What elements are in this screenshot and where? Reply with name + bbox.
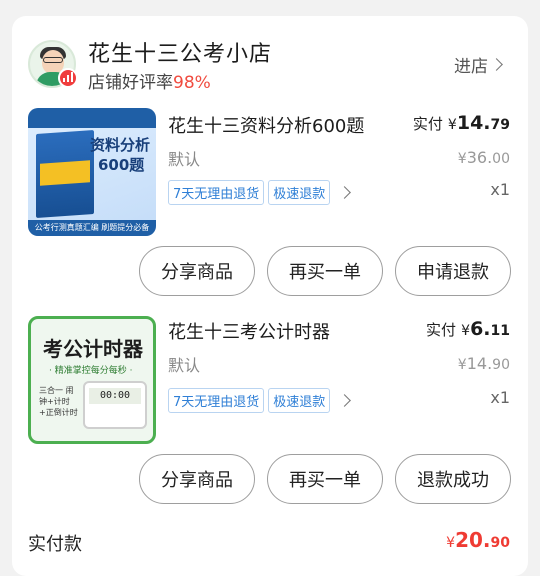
chevron-right-icon bbox=[338, 394, 352, 407]
timer-screen: 00:00 bbox=[89, 388, 141, 404]
timer-title: 考公计时器 bbox=[43, 337, 143, 361]
total-paid-label: 实付款 bbox=[28, 534, 82, 555]
paid-amount: ¥6.11 bbox=[461, 318, 510, 340]
enter-shop-label: 进店 bbox=[454, 57, 488, 77]
buy-again-button[interactable]: 再买一单 bbox=[267, 454, 383, 504]
refund-success-button[interactable]: 退款成功 bbox=[395, 454, 511, 504]
total-paid-amount: ¥20.90 bbox=[446, 528, 510, 552]
avatar-glasses bbox=[43, 57, 63, 63]
original-price: ¥36.00 bbox=[457, 148, 510, 167]
book-header-strip bbox=[28, 108, 156, 128]
product-title[interactable]: 花生十三考公计时器 bbox=[168, 318, 330, 344]
enter-shop-button[interactable]: 进店 bbox=[454, 52, 503, 77]
product-paid-price: 实付 ¥6.11 bbox=[426, 318, 510, 340]
book-cover-art bbox=[36, 129, 94, 219]
order-card: 花生十三公考小店 店铺好评率98% 进店 资料分析 600题 公考行测真题汇编 … bbox=[12, 16, 528, 576]
paid-amount: ¥14.79 bbox=[447, 112, 510, 134]
service-tags[interactable]: 7天无理由退货 极速退款 bbox=[168, 388, 352, 413]
timer-device: 00:00 bbox=[83, 381, 147, 429]
timer-note: 三合一 闹钟+计时 +正倒计时 bbox=[39, 386, 78, 417]
book-title-line2: 600题 bbox=[98, 156, 145, 174]
request-refund-button[interactable]: 申请退款 bbox=[395, 246, 511, 296]
paid-label: 实付 bbox=[412, 115, 443, 133]
product-spec: 默认 bbox=[168, 356, 201, 375]
shop-name[interactable]: 花生十三公考小店 bbox=[88, 36, 272, 68]
chevron-right-icon bbox=[490, 58, 503, 71]
chevron-right-icon bbox=[338, 186, 352, 199]
original-price: ¥14.90 bbox=[457, 354, 510, 373]
shop-rating: 店铺好评率98% bbox=[88, 68, 211, 93]
tag-7-day-return: 7天无理由退货 bbox=[168, 180, 265, 205]
shop-rating-value: 98% bbox=[173, 73, 211, 93]
product-paid-price: 实付 ¥14.79 bbox=[413, 112, 510, 134]
service-tags[interactable]: 7天无理由退货 极速退款 bbox=[168, 180, 352, 205]
product-thumbnail[interactable]: 考公计时器 · 精准掌控每分每秒 · 三合一 闹钟+计时 +正倒计时 00:00 bbox=[28, 316, 156, 444]
book-footer-text: 公考行测真题汇编 刷题提分必备 bbox=[28, 220, 156, 236]
tag-7-day-return: 7天无理由退货 bbox=[168, 388, 265, 413]
book-title-line1: 资料分析 bbox=[90, 136, 151, 154]
product-title[interactable]: 花生十三资料分析600题 bbox=[168, 112, 364, 138]
share-product-button[interactable]: 分享商品 bbox=[139, 454, 255, 504]
shop-badge-icon bbox=[58, 68, 78, 88]
timer-subtitle: · 精准掌控每分每秒 · bbox=[49, 366, 133, 376]
product-thumbnail[interactable]: 资料分析 600题 公考行测真题汇编 刷题提分必备 bbox=[28, 108, 156, 236]
shop-rating-label: 店铺好评率 bbox=[88, 73, 173, 93]
paid-label: 实付 bbox=[426, 321, 457, 339]
product-quantity: x1 bbox=[490, 388, 510, 407]
share-product-button[interactable]: 分享商品 bbox=[139, 246, 255, 296]
product-quantity: x1 bbox=[490, 180, 510, 199]
product-spec: 默认 bbox=[168, 150, 201, 169]
tag-fast-refund: 极速退款 bbox=[268, 388, 331, 413]
buy-again-button[interactable]: 再买一单 bbox=[267, 246, 383, 296]
tag-fast-refund: 极速退款 bbox=[268, 180, 331, 205]
